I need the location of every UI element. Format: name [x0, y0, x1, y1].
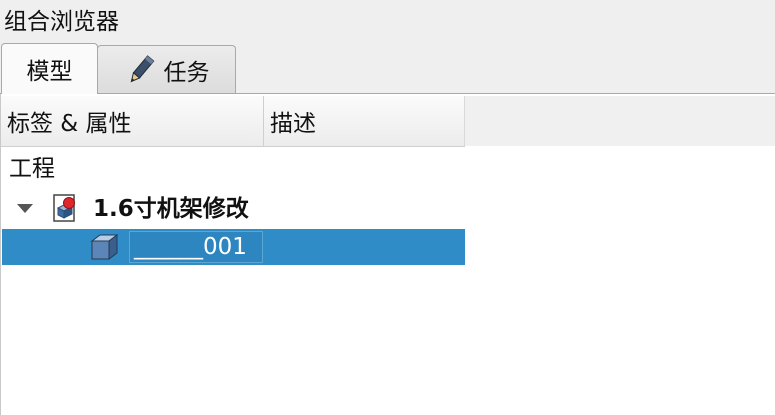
tab-model-label: 模型	[26, 59, 73, 85]
tab-bar: 模型 任务	[0, 40, 775, 94]
tree-item-document[interactable]: 1.6寸机架修改	[1, 190, 465, 228]
part-box-icon	[88, 232, 120, 262]
tab-tasks[interactable]: 任务	[97, 45, 236, 93]
column-header-labels[interactable]: 标签 & 属性	[1, 96, 264, 146]
tree-view[interactable]: 标签 & 属性 描述 工程 1.6寸机架修改 ______001	[0, 94, 775, 415]
pencil-icon	[124, 53, 158, 87]
panel-title: 组合浏览器	[4, 9, 119, 35]
rename-input[interactable]: ______001	[129, 231, 263, 263]
tree-header-filler	[465, 96, 775, 146]
tree-header: 标签 & 属性 描述	[1, 96, 465, 147]
tree-item-selected[interactable]: ______001	[2, 229, 465, 265]
document-icon	[51, 193, 79, 223]
tab-model[interactable]: 模型	[1, 43, 98, 94]
document-label: 1.6寸机架修改	[93, 196, 249, 222]
tree-group-label: 工程	[9, 156, 55, 182]
expand-arrow-icon[interactable]	[17, 204, 33, 213]
tab-tasks-label: 任务	[163, 59, 210, 86]
column-header-description[interactable]: 描述	[264, 96, 465, 146]
